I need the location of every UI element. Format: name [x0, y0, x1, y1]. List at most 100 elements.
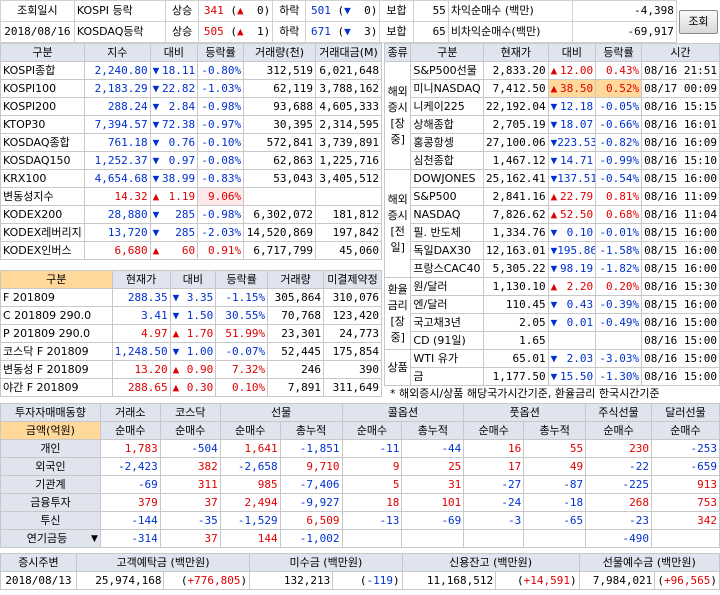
overseas-row[interactable]: 상해종합 2,705.19 ▼ 18.07 -0.66% 08/16 16:01	[385, 115, 720, 134]
dropdown-arrow-icon[interactable]: ▼	[91, 531, 98, 547]
investor-row[interactable]: 개인 1,783 -504 1,641 -1,851 -11 -44 16 55 230 -253	[0, 439, 720, 458]
overseas-row[interactable]: 해외증시[전일] DOWJONES 25,162.41 ▼ 137.51 -0.54% 08…	[383, 169, 720, 278]
investor-value: -18	[523, 493, 587, 512]
investor-row[interactable]: 외국인 -2,423 382 -2,658 9,710 9 25 17 49 -22 -659	[0, 457, 720, 476]
index-row[interactable]: 변동성지수 14.32 ▲ 1.19 9.06%	[0, 187, 382, 206]
col-header[interactable]: 대비	[169, 270, 217, 289]
col-header[interactable]: 거래량(천)	[243, 43, 317, 62]
overseas-rate: -0.05%	[595, 97, 643, 116]
futures-volume: 70,768	[267, 306, 324, 325]
col-header[interactable]: 종류	[383, 43, 412, 62]
col-header[interactable]: 현재가	[111, 270, 171, 289]
overseas-row[interactable]: 해외증시[장중] S&P500선물 2,833.20 ▲ 12.00 0.43% 08/16…	[383, 61, 720, 170]
col-header[interactable]: 구분	[0, 270, 113, 289]
index-volume: 93,688	[243, 97, 317, 116]
overseas-row[interactable]: 환율금리[장중] 원/달러 1,130.10 ▲ 2.20 0.20% 08/16 15:3…	[383, 277, 720, 350]
investor-value: -2,658	[219, 457, 281, 476]
overseas-change: ▼ 12.18	[547, 97, 597, 116]
investor-value: -27	[463, 475, 525, 494]
col-header[interactable]: 등락률	[197, 43, 245, 62]
col-header[interactable]: 미결제약정	[323, 270, 382, 289]
index-name: KODEX레버리지	[0, 223, 85, 242]
sub-header: 총누적	[279, 421, 343, 440]
index-row[interactable]: KOSDAQ종합 761.18 ▼ 0.76 -0.10% 572,841 3,739,89…	[0, 133, 382, 152]
overseas-rate: 0.20%	[595, 277, 643, 296]
col-header[interactable]: 등락률	[595, 43, 643, 62]
futures-row[interactable]: 코스닥 F 201809 1,248.50 ▼ 1.00 -0.07% 52,445 175…	[0, 342, 382, 361]
overseas-row[interactable]: 프랑스CAC40 5,305.22 ▼ 98.19 -1.82% 08/15 16:00	[385, 259, 720, 278]
index-row[interactable]: KOSPI100 2,183.29 ▼ 22.82 -1.03% 62,119 3,788,…	[0, 79, 382, 98]
index-rate: -0.08%	[197, 151, 245, 170]
up-arrow-icon: ▲	[550, 207, 558, 221]
overseas-rate: -1.58%	[595, 241, 643, 260]
futures-row[interactable]: C 201809 290.0 3.41 ▼ 1.50 30.55% 70,768 123,4…	[0, 306, 382, 325]
col-header[interactable]: 현재가	[483, 43, 549, 62]
overseas-row[interactable]: 심천종합 1,467.12 ▼ 14.71 -0.99% 08/16 15:10	[385, 151, 720, 170]
investor-value: -1,851	[279, 439, 343, 458]
investor-row[interactable]: 기관계 -69 311 985 -7,406 5 31 -27 -87 -225 913	[0, 475, 720, 494]
index-row[interactable]: KRX100 4,654.68 ▼ 38.99 -0.83% 53,043 3,405,51…	[0, 169, 382, 188]
index-row[interactable]: KODEX레버리지 13,720 ▼ 285 -2.03% 14,520,869 197,8…	[0, 223, 382, 242]
futures-row[interactable]: 변동성 F 201809 13.20 ▲ 0.90 7.32% 246 390	[0, 360, 382, 379]
overseas-row[interactable]: S&P500 2,841.16 ▲ 22.79 0.81% 08/16 11:09	[385, 187, 720, 206]
index-amount: 181,812	[315, 205, 382, 224]
index-value: 1,252.37	[83, 151, 151, 170]
investor-name: 투신	[0, 511, 101, 530]
overseas-row[interactable]: 홍콩항셍 27,100.06 ▼ 223.53 -0.82% 08/16 16:09	[385, 133, 720, 152]
overseas-rate: -1.30%	[595, 367, 643, 386]
index-row[interactable]: KOSDAQ150 1,252.37 ▼ 0.97 -0.08% 62,863 1,225,…	[0, 151, 382, 170]
index-row[interactable]: KODEX200 28,880 ▼ 285 -0.98% 6,302,072 181,812	[0, 205, 382, 224]
index-change: ▼ 38.99	[149, 169, 199, 188]
overseas-row[interactable]: 니케이225 22,192.04 ▼ 12.18 -0.05% 08/16 15:15	[385, 97, 720, 116]
index-name: KOSPI200	[0, 97, 85, 116]
overseas-row[interactable]: 금 1,177.50 ▼ 15.50 -1.30% 08/16 15:00	[385, 367, 720, 386]
overseas-name: 독일DAX30	[410, 241, 485, 260]
investor-value: -1,002	[279, 529, 343, 548]
overseas-price: 12,163.01	[483, 241, 549, 260]
overseas-row[interactable]: 미니NASDAQ 7,412.50 ▲ 38.50 0.52% 08/17 00:09	[385, 79, 720, 98]
investor-value: 101	[401, 493, 465, 512]
query-button[interactable]: 조회	[678, 9, 718, 34]
investor-name[interactable]: 연기금등 ▼	[0, 529, 101, 548]
overseas-rate: -0.54%	[595, 169, 643, 188]
futures-price: 13.20	[111, 360, 171, 379]
index-row[interactable]: KODEX인버스 6,680 ▲ 60 0.91% 6,717,799 45,060	[0, 241, 382, 260]
index-rate: -0.98%	[197, 205, 245, 224]
non-arbitrage-value: -69,917	[572, 21, 677, 43]
overseas-row[interactable]: NASDAQ 7,826.62 ▲ 52.50 0.68% 08/16 11:04	[385, 205, 720, 224]
overseas-row[interactable]: 엔/달러 110.45 ▼ 0.43 -0.39% 08/15 16:00	[385, 295, 720, 314]
down-arrow-icon: ▼	[550, 99, 558, 113]
index-name: KRX100	[0, 169, 85, 188]
futures-row[interactable]: F 201809 288.35 ▼ 3.35 -1.15% 305,864 310,076	[0, 288, 382, 307]
col-header[interactable]: 대비	[149, 43, 199, 62]
futures-row[interactable]: P 201809 290.0 4.97 ▲ 1.70 51.99% 23,301 24,77…	[0, 324, 382, 343]
overseas-row[interactable]: 독일DAX30 12,163.01 ▼ 195.86 -1.58% 08/15 16:00	[385, 241, 720, 260]
overseas-price: 27,100.06	[483, 133, 549, 152]
index-row[interactable]: KOSPI200 288.24 ▼ 2.84 -0.98% 93,688 4,605,333	[0, 97, 382, 116]
index-row[interactable]: KTOP30 7,394.57 ▼ 72.38 -0.97% 30,395 2,314,59…	[0, 115, 382, 134]
col-header[interactable]: 지수	[83, 43, 151, 62]
investor-row[interactable]: 투신 -144 -35 -1,529 6,509 -13 -69 -3 -65 -23 342	[0, 511, 720, 530]
index-row[interactable]: KOSPI종합 2,240.80 ▼ 18.11 -0.80% 312,519 6,021,…	[0, 61, 382, 80]
down-arrow-icon: ▼	[550, 351, 558, 365]
futures-row[interactable]: 야간 F 201809 288.65 ▲ 0.30 0.10% 7,891 311,649	[0, 378, 382, 397]
non-arbitrage-label: 비차익순매수(백만)	[447, 21, 574, 43]
col-header[interactable]: 거래량	[267, 270, 324, 289]
overseas-row[interactable]: CD (91일) 1.65 08/16 15:00	[385, 331, 720, 350]
overseas-row[interactable]: 상품 WTI 유가 65.01 ▼ 2.03 -3.03% 08/16 15:00	[383, 349, 720, 386]
overseas-name: S&P500	[410, 187, 485, 206]
overseas-row[interactable]: 필. 반도체 1,334.76 ▼ 0.10 -0.01% 08/15 16:00	[385, 223, 720, 242]
col-header[interactable]: 대비	[547, 43, 597, 62]
col-header[interactable]: 등락률	[215, 270, 269, 289]
investor-row[interactable]: 금융투자 379 37 2,494 -9,927 18 101 -24 -18 268 753	[0, 493, 720, 512]
index-name: KOSPI100	[0, 79, 85, 98]
investor-row[interactable]: 연기금등 ▼ -314 37 144 -1,002 -490	[0, 529, 720, 548]
overseas-change: ▼ 0.01	[547, 313, 597, 332]
overseas-time: 08/16 15:15	[641, 97, 720, 116]
col-header[interactable]: 구분	[410, 43, 485, 62]
col-header[interactable]: 시간	[641, 43, 720, 62]
overseas-row[interactable]: 국고채3년 2.05 ▼ 0.01 -0.49% 08/16 15:00	[385, 313, 720, 332]
futures-volume: 305,864	[267, 288, 324, 307]
col-header[interactable]: 거래대금(M)	[315, 43, 382, 62]
col-header[interactable]: 구분	[0, 43, 85, 62]
